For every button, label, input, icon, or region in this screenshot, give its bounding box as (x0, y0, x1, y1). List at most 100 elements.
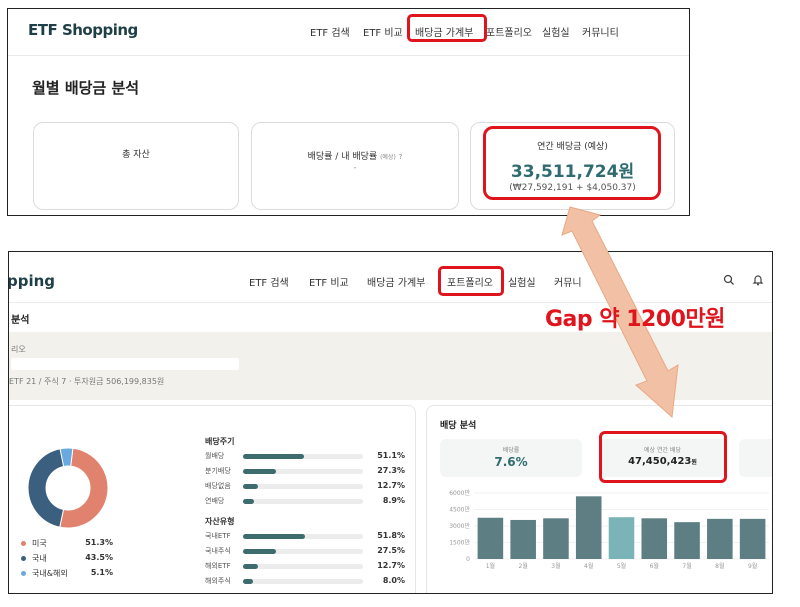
bar-5월[interactable] (608, 517, 635, 559)
donut-slice-1 (27, 448, 65, 528)
legend-label: 미국 (32, 539, 47, 548)
nav-etf-search[interactable]: ETF 검색 (249, 274, 289, 289)
nav-portfolio[interactable]: 포트폴리오 (486, 24, 532, 39)
legend-row: 국내&해외 5.1% (21, 568, 113, 579)
stat-extra-box (739, 439, 772, 477)
brand-logo[interactable]: ETF Shopping (28, 21, 138, 39)
cycle-heading: 배당주기 (205, 437, 235, 446)
portfolio-meta: ETF 21 / 주식 7 · 투자원금 506,199,835원 (9, 377, 165, 386)
asset-heading: 자산유형 (205, 517, 235, 526)
x-tick-label: 2월 (518, 562, 527, 570)
bar-row: 분기배당 27.3% (205, 466, 405, 477)
nav-etf-compare[interactable]: ETF 비교 (363, 24, 403, 39)
legend-row: 미국 51.3% (21, 538, 113, 549)
yield-value: - (353, 163, 357, 173)
gap-annotation: Gap 약 1200만원 (545, 307, 725, 332)
bar-row-label: 해외주식 (205, 577, 231, 585)
analysis-title: 배당 분석 (440, 421, 477, 431)
portfolio-section-label: 리오 (11, 345, 26, 354)
bar-track (243, 484, 363, 489)
bar-row-value: 8.9% (382, 496, 405, 505)
highlight-box-annual-dividend (483, 126, 661, 200)
x-tick-label: 6월 (650, 562, 659, 570)
nav-lab[interactable]: 실험실 (508, 274, 536, 289)
bar-row-value: 51.1% (377, 451, 405, 460)
nav-dividend-ledger[interactable]: 배당금 가계부 (367, 274, 425, 289)
bar-series (477, 496, 766, 559)
total-asset-label: 총 자산 (122, 150, 150, 160)
highlight-box-annual-estimate (599, 431, 727, 483)
legend-value: 51.3% (85, 538, 113, 547)
monthly-dividend-bar-chart: 6000만 4500만 3000만 1500만 0 1월 2월 3월 4월 5월 6월 7월 8월 9월 (449, 489, 769, 570)
x-tick-label: 5월 (617, 562, 626, 570)
bar-fill (243, 499, 254, 504)
header-divider (8, 55, 689, 56)
bar-row-value: 12.7% (377, 481, 405, 490)
bell-icon[interactable] (752, 274, 764, 286)
bar-fill (243, 469, 276, 474)
nav-etf-compare[interactable]: ETF 비교 (309, 274, 349, 289)
bar-track (243, 579, 363, 584)
bar-8월[interactable] (707, 518, 733, 559)
bar-row: 국내주식 27.5% (205, 546, 405, 557)
bar-row-label: 국내ETF (205, 532, 231, 540)
nav-etf-search[interactable]: ETF 검색 (310, 24, 350, 39)
page-title: 월별 배당금 분석 (32, 79, 140, 97)
bar-row: 연배당 8.9% (205, 496, 405, 507)
bar-fill (243, 454, 304, 459)
bar-3월[interactable] (543, 518, 569, 559)
brand-logo[interactable]: pping (9, 272, 55, 290)
nav-community[interactable]: 커뮤니티 (582, 24, 619, 39)
bar-7월[interactable] (674, 522, 700, 559)
country-donut-chart (27, 448, 109, 528)
yield-label-text: 배당률 / 내 배당률 (307, 152, 378, 162)
x-tick-label: 7월 (682, 562, 691, 570)
bar-track (243, 534, 363, 539)
bar-row-label: 배당없음 (205, 482, 231, 490)
legend-label: 국내 (32, 554, 47, 563)
bar-fill (243, 549, 276, 554)
help-icon[interactable]: ? (399, 153, 403, 161)
bar-track (243, 564, 363, 569)
bar-row-label: 분기배당 (205, 467, 231, 475)
bar-row-label: 연배당 (205, 497, 225, 505)
bar-row-value: 27.3% (377, 466, 405, 475)
bar-row: 해외ETF 12.7% (205, 561, 405, 572)
legend-dot (21, 541, 26, 546)
y-tick-label: 3000만 (449, 522, 470, 530)
bar-row-value: 12.7% (377, 561, 405, 570)
bar-1월[interactable] (477, 517, 504, 559)
bar-2월[interactable] (510, 519, 536, 559)
bar-row: 해외주식 8.0% (205, 576, 405, 587)
bar-track (243, 549, 363, 554)
x-tick-label: 8월 (715, 562, 724, 570)
legend-dot (21, 571, 26, 576)
highlight-box-dividend-ledger (407, 14, 487, 42)
bar-9월[interactable] (739, 518, 766, 559)
bar-6월[interactable] (641, 518, 668, 559)
total-asset-card: 총 자산 (33, 122, 239, 210)
bar-row: 월배당 51.1% (205, 451, 405, 462)
bar-fill (243, 564, 258, 569)
y-tick-label: 1500만 (449, 539, 470, 547)
legend-label: 국내&해외 (32, 569, 68, 578)
bar-track (243, 499, 363, 504)
search-icon[interactable] (723, 274, 735, 286)
bar-row: 배당없음 12.7% (205, 481, 405, 492)
bar-track (243, 469, 363, 474)
legend-row: 국내 43.5% (21, 553, 113, 564)
stat-yield-value: 7.6% (494, 455, 528, 469)
bar-row: 국내ETF 51.8% (205, 531, 405, 542)
legend-value: 43.5% (85, 553, 113, 562)
bar-4월[interactable] (575, 496, 602, 559)
top-screenshot: ETF Shopping ETF 검색 ETF 비교 배당금 가계부 포트폴리오… (7, 8, 690, 216)
page-title: 분석 (11, 315, 30, 326)
donut-segments (27, 448, 109, 528)
bar-fill (243, 484, 258, 489)
bar-fill (243, 534, 305, 539)
yield-label-estimate: (예상) (380, 154, 396, 161)
yield-label: 배당률 / 내 배당률 (예상) ? (252, 149, 458, 162)
x-tick-label: 3월 (551, 562, 560, 570)
nav-lab[interactable]: 실험실 (542, 24, 570, 39)
x-tick-label: 4월 (584, 562, 593, 570)
